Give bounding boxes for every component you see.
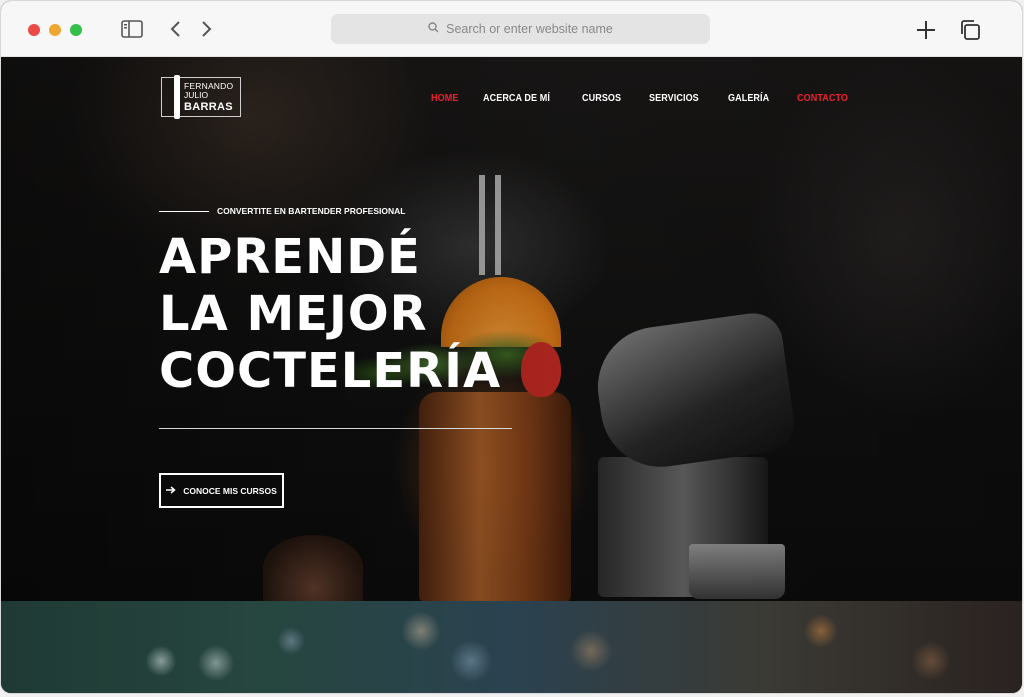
hero-eyebrow: CONVERTITE EN BARTENDER PROFESIONAL <box>159 206 405 216</box>
eyebrow-text: CONVERTITE EN BARTENDER PROFESIONAL <box>217 206 406 216</box>
nav-item-galeria[interactable]: GALERÍA <box>728 92 769 104</box>
nav-item-acerca[interactable]: ACERCA DE MÍ <box>483 92 550 104</box>
main-nav: HOME ACERCA DE MÍ CURSOS SERVICIOS GALER… <box>431 92 856 104</box>
search-icon <box>428 22 439 36</box>
bar-bokeh-section <box>1 601 1022 693</box>
nav-item-contacto[interactable]: CONTACTO <box>797 92 848 104</box>
hero-headline: APRENDÉ LA MEJOR COCTELERÍA <box>159 229 501 400</box>
address-bar[interactable]: Search or enter website name <box>331 14 710 44</box>
forward-icon[interactable] <box>198 19 216 39</box>
browser-window: Search or enter website name FERNANDO JU… <box>1 1 1022 693</box>
tab-overview-icon[interactable] <box>958 19 982 41</box>
nav-item-cursos[interactable]: CURSOS <box>582 92 621 104</box>
conoce-cursos-button[interactable]: CONOCE MIS CURSOS <box>159 473 284 508</box>
headline-line-1: APRENDÉ <box>159 229 421 285</box>
site-logo[interactable]: FERNANDO JULIO BARRAS <box>161 75 241 119</box>
address-placeholder: Search or enter website name <box>446 22 613 36</box>
back-icon[interactable] <box>166 19 184 39</box>
new-tab-icon[interactable] <box>915 19 937 41</box>
hero-section: FERNANDO JULIO BARRAS HOME ACERCA DE MÍ … <box>1 57 1022 601</box>
cta-label: CONOCE MIS CURSOS <box>183 485 277 496</box>
arrow-right-icon <box>166 485 176 496</box>
nav-item-home[interactable]: HOME <box>431 92 458 104</box>
eyebrow-dash <box>159 210 209 212</box>
headline-line-2: LA MEJOR <box>159 286 428 342</box>
hero-divider <box>159 428 512 429</box>
logo-line-2: JULIO <box>184 90 209 100</box>
nav-item-servicios[interactable]: SERVICIOS <box>649 92 699 104</box>
logo-line-3: BARRAS <box>184 101 233 113</box>
close-window-button[interactable] <box>28 24 40 36</box>
hero-overlay <box>1 57 1022 601</box>
zoom-window-button[interactable] <box>70 24 82 36</box>
headline-line-3: COCTELERÍA <box>159 343 502 399</box>
sidebar-toggle-icon[interactable] <box>120 19 144 39</box>
logo-bottle-mark <box>174 75 180 119</box>
minimize-window-button[interactable] <box>49 24 61 36</box>
browser-toolbar: Search or enter website name <box>1 1 1022 57</box>
